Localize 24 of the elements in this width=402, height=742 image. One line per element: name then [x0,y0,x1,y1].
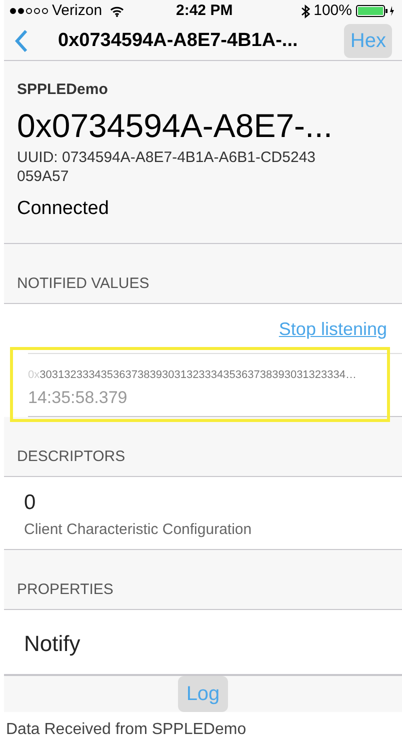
descriptor-value: 0 [24,490,37,516]
timestamp: 14:35:58.379 [28,386,128,408]
section-header: DESCRIPTORS [17,448,126,465]
signal-icon [10,8,48,14]
carrier-name: Verizon [52,1,102,21]
back-chevron-icon [14,29,28,54]
characteristic-value: 0x0734594A-A8E7-... [17,106,334,146]
battery-icon [356,5,396,18]
hex-button[interactable]: Hex [344,24,392,58]
stop-listening-link[interactable]: Stop listening [278,316,387,343]
descriptor-name: Client Characteristic Configuration [24,520,253,540]
wifi-icon [110,6,124,17]
bluetooth-icon [300,4,310,19]
caption-text: Data Received from SPPLEDemo [6,721,246,738]
section-header: PROPERTIES [17,581,114,598]
connection-status: Connected [17,196,110,220]
device-name: SPPLEDemo [17,80,109,100]
section-header: NOTIFIED VALUES [17,275,150,292]
battery-percentage: 100% [314,1,352,21]
property-value: Notify [24,631,80,656]
nav-title: 0x0734594A-A8E7-4B1A-... [58,29,298,53]
status-time: 2:42 PM [176,1,233,21]
log-button[interactable]: Log [178,676,228,712]
uuid-text: UUID: 0734594A-A8E7-4B1A-A6B1-CD5243059A57 [17,148,316,186]
